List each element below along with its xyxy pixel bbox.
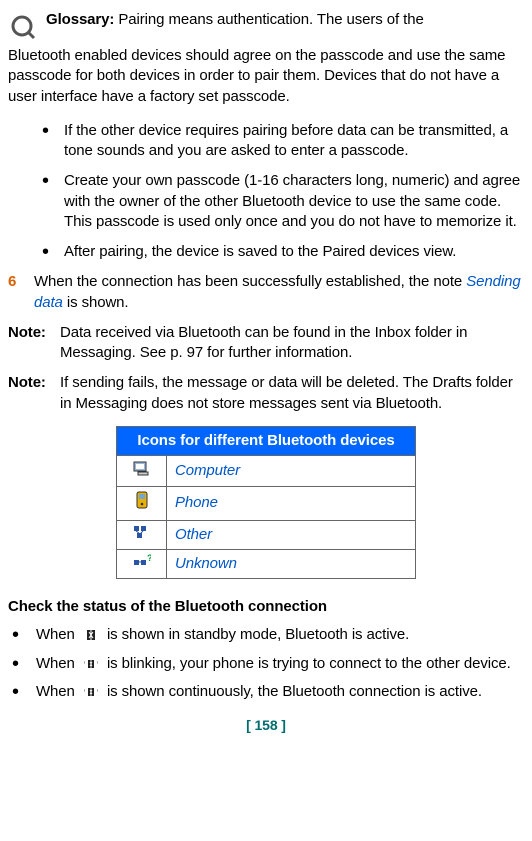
glossary-continuation: Bluetooth enabled devices should agree o… xyxy=(8,46,524,107)
bt-standby-icon xyxy=(82,628,100,642)
bt-table-header: Icons for different Bluetooth devices xyxy=(117,426,416,455)
note-label: Note: xyxy=(8,323,52,364)
step-text-before: When the connection has been successfull… xyxy=(34,273,466,290)
list-item: After pairing, the device is saved to th… xyxy=(8,242,524,262)
bt-devices-table: Icons for different Bluetooth devices Co… xyxy=(116,426,416,579)
status-pre: When xyxy=(36,683,79,700)
glossary-line1: Pairing means authentication. The users … xyxy=(118,11,423,28)
bt-row-label: Computer xyxy=(167,456,416,487)
glossary-text: Glossary: Pairing means authentication. … xyxy=(46,10,524,40)
step-text-after: is shown. xyxy=(63,294,129,311)
list-item: When is shown continuously, the Bluetoot… xyxy=(8,682,524,702)
status-post: is shown continuously, the Bluetooth con… xyxy=(107,683,482,700)
note-block: Note: If sending fails, the message or d… xyxy=(8,373,524,414)
status-post: is blinking, your phone is trying to con… xyxy=(107,655,511,672)
table-row: Phone xyxy=(117,487,416,520)
list-item: When is shown in standby mode, Bluetooth… xyxy=(8,625,524,645)
note-body: Data received via Bluetooth can be found… xyxy=(60,323,524,364)
svg-text:?: ? xyxy=(147,554,151,563)
status-list: When is shown in standby mode, Bluetooth… xyxy=(8,625,524,702)
other-icon xyxy=(117,520,167,549)
table-row: Other xyxy=(117,520,416,549)
list-item: When is blinking, your phone is trying t… xyxy=(8,654,524,674)
bt-blinking-icon xyxy=(82,657,100,671)
step-body: When the connection has been successfull… xyxy=(34,272,524,313)
unknown-icon: ? xyxy=(117,549,167,578)
note-block: Note: Data received via Bluetooth can be… xyxy=(8,323,524,364)
note-label: Note: xyxy=(8,373,52,414)
phone-icon xyxy=(117,487,167,520)
list-item: Create your own passcode (1-16 character… xyxy=(8,171,524,232)
glossary-icon xyxy=(8,10,36,40)
list-item: If the other device requires pairing bef… xyxy=(8,121,524,162)
bt-continuous-icon xyxy=(82,685,100,699)
note-body: If sending fails, the message or data wi… xyxy=(60,373,524,414)
page-number: [ 158 ] xyxy=(8,716,524,735)
table-row: ? Unknown xyxy=(117,549,416,578)
computer-icon xyxy=(117,456,167,487)
step-number: 6 xyxy=(8,272,22,313)
bt-row-label: Other xyxy=(167,520,416,549)
status-pre: When xyxy=(36,626,79,643)
table-row: Computer xyxy=(117,456,416,487)
bt-row-label: Unknown xyxy=(167,549,416,578)
pairing-bullet-list: If the other device requires pairing bef… xyxy=(8,121,524,263)
glossary-label: Glossary: xyxy=(46,11,114,28)
step-6: 6 When the connection has been successfu… xyxy=(8,272,524,313)
status-pre: When xyxy=(36,655,79,672)
bt-row-label: Phone xyxy=(167,487,416,520)
glossary-block: Glossary: Pairing means authentication. … xyxy=(8,10,524,40)
status-post: is shown in standby mode, Bluetooth is a… xyxy=(107,626,409,643)
status-heading: Check the status of the Bluetooth connec… xyxy=(8,597,524,617)
